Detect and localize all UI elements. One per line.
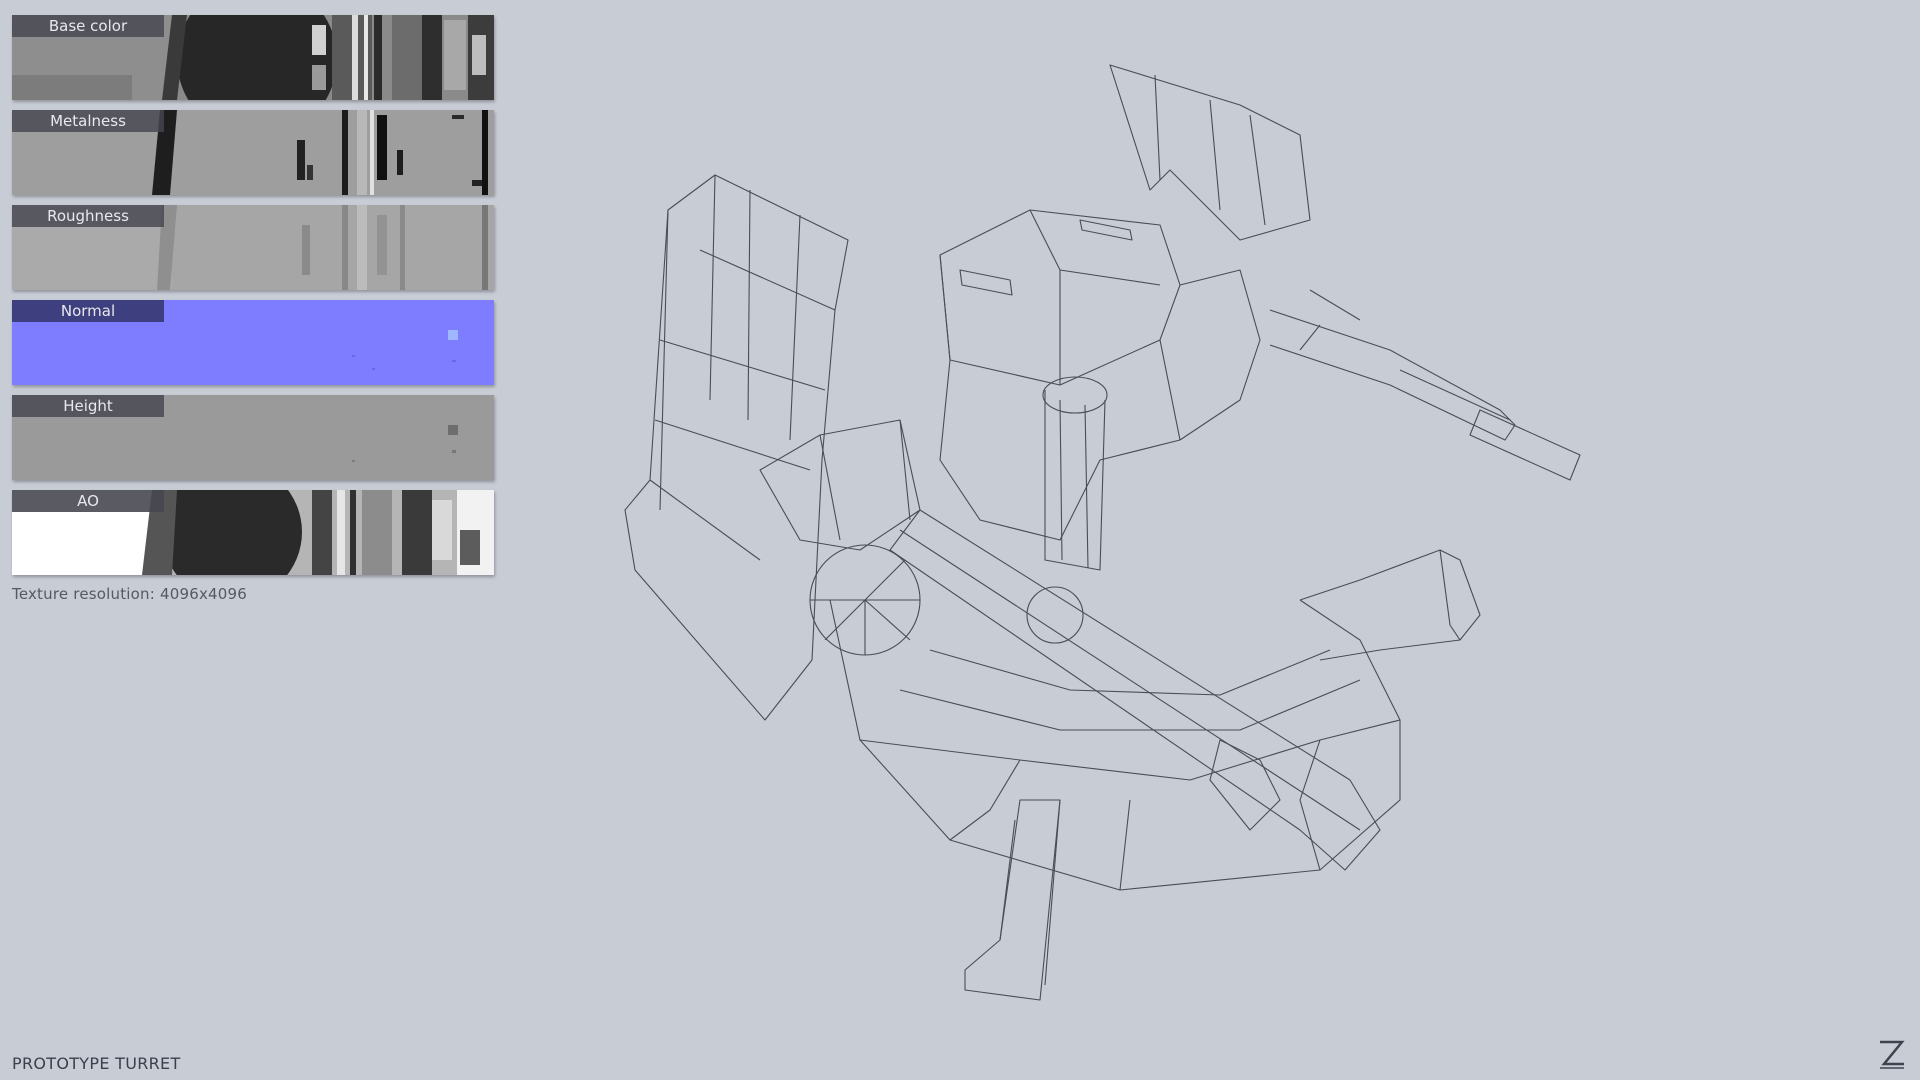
map-label: AO bbox=[12, 490, 164, 512]
turret-wireframe bbox=[624, 64, 1581, 1001]
metalness-map[interactable]: Metalness bbox=[12, 110, 494, 195]
roughness-map[interactable]: Roughness bbox=[12, 205, 494, 290]
map-label: Base color bbox=[12, 15, 164, 37]
map-label: Roughness bbox=[12, 205, 164, 227]
height-map[interactable]: Height bbox=[12, 395, 494, 480]
normal-map[interactable]: Normal bbox=[12, 300, 494, 385]
map-label: Height bbox=[12, 395, 164, 417]
map-label: Normal bbox=[12, 300, 164, 322]
z-logo-icon bbox=[1880, 1040, 1905, 1069]
wireframe-model-viewport[interactable] bbox=[600, 40, 1760, 1050]
ao-map[interactable]: AO bbox=[12, 490, 494, 575]
base-color-map[interactable]: Base color bbox=[12, 15, 494, 100]
map-label: Metalness bbox=[12, 110, 164, 132]
model-title: PROTOTYPE TURRET bbox=[12, 1054, 181, 1073]
texture-resolution-text: Texture resolution: 4096x4096 bbox=[12, 585, 247, 603]
texture-map-panel: Base color Metalness Roughness Normal He… bbox=[12, 15, 494, 603]
